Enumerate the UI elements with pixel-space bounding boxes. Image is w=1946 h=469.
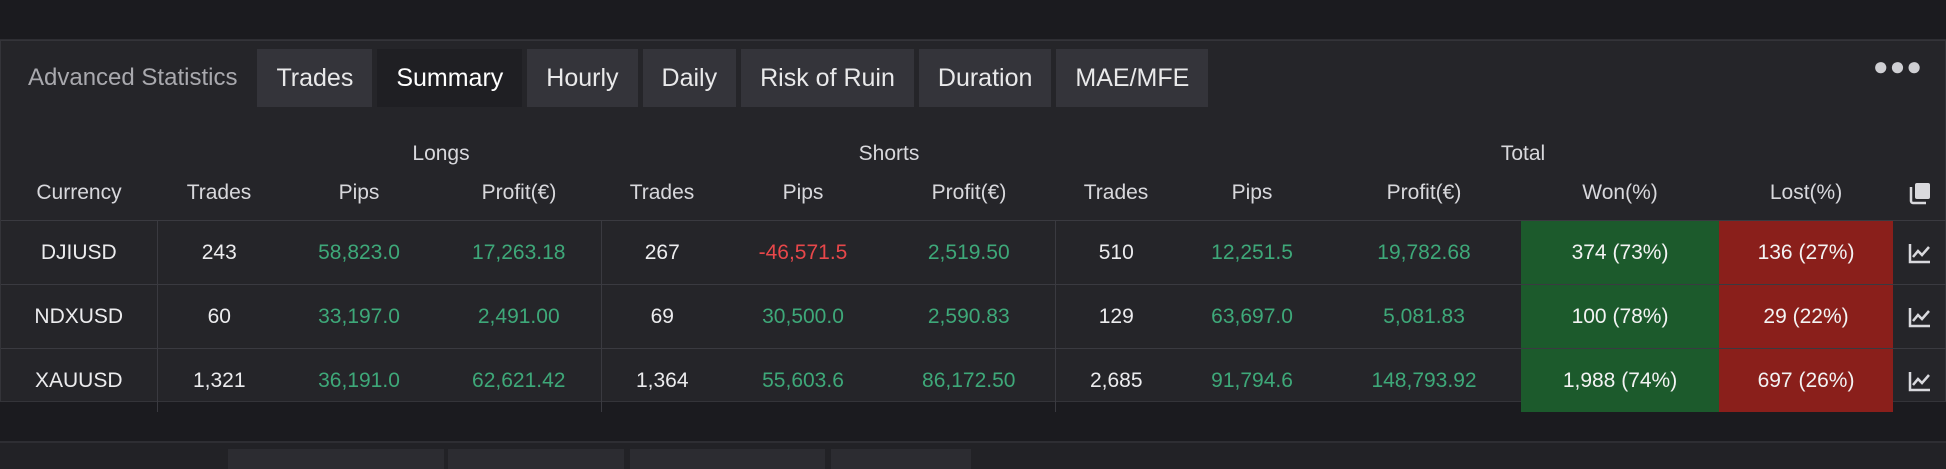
col-long-profit: Profit(€): [481, 181, 557, 204]
cell-won: 100 (78%): [1521, 284, 1720, 349]
chart-icon[interactable]: [1893, 220, 1946, 285]
tab-daily[interactable]: Daily: [642, 49, 737, 107]
col-long-pips: Pips: [338, 181, 380, 204]
tab-risk-of-ruin[interactable]: Risk of Ruin: [741, 49, 914, 107]
cell-short-profit: 2,590.83: [883, 284, 1056, 349]
cell-won: 1,988 (74%): [1521, 348, 1720, 412]
tab-mae-mfe[interactable]: MAE/MFE: [1056, 49, 1209, 107]
cell-long-profit: 2,491.00: [437, 284, 602, 349]
bottom-panel-strip: [0, 441, 1946, 469]
cell-total-profit: 148,793.92: [1327, 348, 1522, 412]
group-shorts: Shorts: [858, 142, 920, 165]
bottom-tab[interactable]: [831, 449, 971, 469]
table-row: XAUUSD 1,321 36,191.0 62,621.42 1,364 55…: [1, 348, 1946, 412]
cell-short-pips: -46,571.5: [723, 220, 883, 285]
advanced-statistics-panel: Advanced Statistics Trades Summary Hourl…: [0, 40, 1946, 412]
cell-long-trades: 60: [157, 284, 281, 349]
table-row: DJIUSD 243 58,823.0 17,263.18 267 -46,57…: [1, 220, 1946, 285]
cell-short-pips: 55,603.6: [723, 348, 883, 412]
cell-total-profit: 5,081.83: [1327, 284, 1522, 349]
bottom-tab[interactable]: [630, 449, 825, 469]
cell-long-profit: 62,621.42: [437, 348, 602, 412]
col-short-profit: Profit(€): [931, 181, 1007, 204]
panel-title: Advanced Statistics: [28, 64, 238, 91]
ellipsis-icon[interactable]: ●●●: [1873, 51, 1923, 82]
col-long-trades: Trades: [186, 181, 252, 204]
col-won: Won(%): [1582, 181, 1658, 204]
chart-icon[interactable]: [1893, 348, 1946, 412]
cell-total-trades: 129: [1055, 284, 1178, 349]
cell-total-pips: 91,794.6: [1177, 348, 1328, 412]
bottom-tab[interactable]: [228, 449, 444, 469]
table-row: NDXUSD 60 33,197.0 2,491.00 69 30,500.0 …: [1, 284, 1946, 349]
cell-won: 374 (73%): [1521, 220, 1720, 285]
cell-long-profit: 17,263.18: [437, 220, 602, 285]
summary-table: Longs Shorts Total Currency Trades Pips …: [1, 125, 1946, 412]
cell-total-pips: 63,697.0: [1177, 284, 1328, 349]
cell-currency: NDXUSD: [1, 284, 158, 349]
col-short-pips: Pips: [782, 181, 824, 204]
copy-icon[interactable]: [1893, 166, 1946, 221]
cell-short-trades: 1,364: [601, 348, 723, 412]
cell-currency: XAUUSD: [1, 348, 158, 412]
group-longs: Longs: [412, 142, 470, 165]
col-lost: Lost(%): [1769, 181, 1843, 204]
cell-long-pips: 58,823.0: [281, 220, 437, 285]
col-total-profit: Profit(€): [1386, 181, 1462, 204]
tab-bar: Advanced Statistics Trades Summary Hourl…: [1, 41, 1945, 107]
cell-long-pips: 33,197.0: [281, 284, 437, 349]
bottom-tab[interactable]: [448, 449, 624, 469]
tab-hourly[interactable]: Hourly: [527, 49, 638, 107]
cell-long-trades: 243: [157, 220, 281, 285]
cell-long-pips: 36,191.0: [281, 348, 437, 412]
chart-icon[interactable]: [1893, 284, 1946, 349]
cell-lost: 29 (22%): [1719, 284, 1894, 349]
col-total-trades: Trades: [1083, 181, 1149, 204]
cell-total-trades: 2,685: [1055, 348, 1178, 412]
cell-short-trades: 69: [601, 284, 723, 349]
tab-summary[interactable]: Summary: [377, 49, 523, 107]
tab-trades[interactable]: Trades: [257, 49, 373, 107]
top-strip: [0, 0, 1946, 41]
col-total-pips: Pips: [1231, 181, 1273, 204]
cell-currency: DJIUSD: [1, 220, 158, 285]
tab-duration[interactable]: Duration: [918, 49, 1052, 107]
cell-short-pips: 30,500.0: [723, 284, 883, 349]
cell-short-profit: 86,172.50: [883, 348, 1056, 412]
cell-total-profit: 19,782.68: [1327, 220, 1522, 285]
cell-lost: 136 (27%): [1719, 220, 1894, 285]
cell-total-trades: 510: [1055, 220, 1178, 285]
cell-lost: 697 (26%): [1719, 348, 1894, 412]
group-total: Total: [1500, 142, 1546, 165]
cell-long-trades: 1,321: [157, 348, 281, 412]
cell-short-profit: 2,519.50: [883, 220, 1056, 285]
col-short-trades: Trades: [629, 181, 695, 204]
col-currency: Currency: [36, 181, 122, 204]
cell-total-pips: 12,251.5: [1177, 220, 1328, 285]
cell-short-trades: 267: [601, 220, 723, 285]
